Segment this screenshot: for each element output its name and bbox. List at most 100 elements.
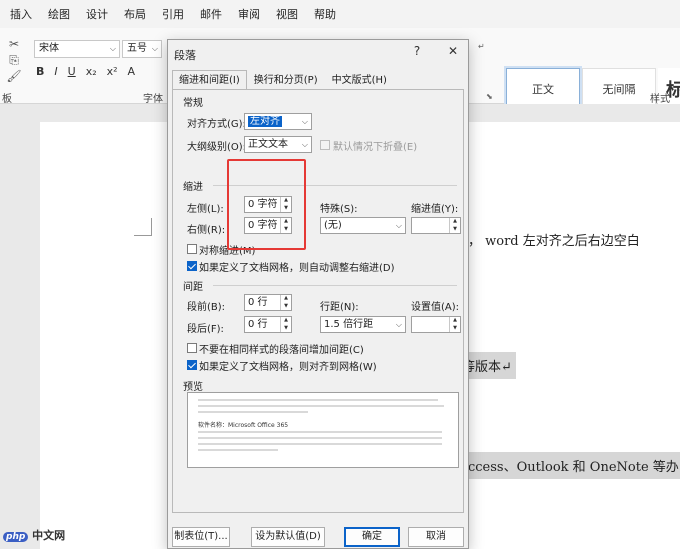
spacing-before-input[interactable]: 0 行 ▲ ▼ [244, 294, 292, 311]
help-button[interactable]: ? [408, 44, 426, 58]
margin-corner-mark [134, 218, 152, 236]
collapse-label: 默认情况下折叠(E) [333, 142, 418, 153]
spin-up-icon[interactable]: ▲ [281, 317, 291, 325]
spin-up-icon[interactable]: ▲ [450, 218, 460, 226]
font-color-button[interactable]: A [128, 65, 136, 78]
font-size-select[interactable]: 五号 ⌵ [122, 40, 162, 58]
font-format-buttons: B I U x₂ x² A [36, 65, 135, 78]
preview-line [198, 405, 444, 407]
preview-line [198, 437, 442, 439]
no-space-same-style-checkbox[interactable] [187, 343, 197, 353]
ok-button[interactable]: 确定 [344, 527, 400, 547]
sort-icon[interactable]: ↵ [478, 42, 485, 51]
line-spacing-select[interactable]: 1.5 倍行距 ⌵ [320, 316, 406, 333]
indent-by-spinner[interactable]: ▲ ▼ [449, 218, 460, 233]
chevron-down-icon: ⌵ [301, 117, 308, 126]
site-watermark: php 中文网 [3, 527, 65, 543]
spin-down-icon[interactable]: ▼ [450, 226, 460, 234]
document-line-1: ， word 左对齐之后右边空白 [468, 234, 640, 249]
outline-level-select[interactable]: 正文文本 ⌵ [244, 136, 312, 153]
menu-draw[interactable]: 绘图 [40, 6, 78, 22]
collapse-checkbox[interactable] [320, 140, 330, 150]
spin-down-icon[interactable]: ▼ [281, 303, 291, 311]
annotation-highlight-box [227, 159, 306, 250]
auto-adjust-indent-checkbox[interactable] [187, 261, 197, 271]
chevron-down-icon: ⌵ [395, 221, 402, 230]
paragraph-dialog: 段落 ? ✕ 缩进和间距(I) 换行和分页(P) 中文版式(H) 常规 对齐方式… [167, 39, 469, 549]
special-indent-select[interactable]: (无) ⌵ [320, 217, 406, 234]
menu-mailings[interactable]: 邮件 [192, 6, 230, 22]
paragraph-preview: 软件名称：Microsoft Office 365 [187, 392, 459, 468]
tab-indents-spacing[interactable]: 缩进和间距(I) [172, 70, 247, 90]
document-line-3: ccess、Outlook 和 OneNote 等办 [464, 452, 680, 479]
style-no-spacing-label: 无间隔 [602, 83, 636, 96]
line-spacing-value: 1.5 倍行距 [324, 319, 374, 330]
subscript-button[interactable]: x₂ [86, 65, 97, 78]
clipboard-group-label: 板 [2, 94, 12, 105]
italic-button[interactable]: I [54, 65, 57, 78]
spacing-after-label: 段后(F): [187, 324, 224, 335]
preview-line [198, 449, 278, 451]
preview-line [198, 443, 442, 445]
indent-by-label: 缩进值(Y): [411, 204, 459, 215]
preview-section-title: 预览 [183, 382, 203, 393]
close-button[interactable]: ✕ [444, 44, 462, 58]
indent-right-label: 右侧(R): [187, 225, 226, 236]
auto-adjust-indent-label: 如果定义了文档网格，则自动调整右缩进(D) [199, 263, 395, 274]
menu-view[interactable]: 视图 [268, 6, 306, 22]
menu-help[interactable]: 帮助 [306, 6, 344, 22]
tabs-button[interactable]: 制表位(T)... [172, 527, 230, 547]
preview-line [198, 431, 442, 433]
outline-level-label: 大纲级别(O): [187, 142, 247, 153]
cut-icon[interactable]: ✂ [6, 36, 22, 52]
underline-button[interactable]: U [68, 65, 76, 78]
spin-up-icon[interactable]: ▲ [281, 295, 291, 303]
menu-review[interactable]: 审阅 [230, 6, 268, 22]
font-name-value: 宋体 [39, 43, 59, 54]
special-indent-label: 特殊(S): [320, 204, 358, 215]
tab-asian-typography[interactable]: 中文版式(H) [325, 70, 394, 90]
spacing-at-input[interactable]: ▲ ▼ [411, 316, 461, 333]
bold-button[interactable]: B [36, 65, 44, 78]
spin-down-icon[interactable]: ▼ [281, 325, 291, 333]
format-painter-icon[interactable]: 🖌 [6, 68, 22, 84]
indent-by-input[interactable]: ▲ ▼ [411, 217, 461, 234]
php-logo: php [3, 532, 29, 542]
line-spacing-label: 行距(N): [320, 302, 359, 313]
tab-panel: 常规 对齐方式(G): 左对齐 ⌵ 大纲级别(O): 正文文本 ⌵ 默认情况下折… [172, 89, 464, 513]
snap-to-grid-label: 如果定义了文档网格，则对齐到网格(W) [199, 362, 377, 373]
copy-icon[interactable]: ⎘ [6, 52, 22, 68]
menu-references[interactable]: 引用 [154, 6, 192, 22]
watermark-text: 中文网 [32, 529, 66, 542]
set-default-button[interactable]: 设为默认值(D) [251, 527, 325, 547]
alignment-select[interactable]: 左对齐 ⌵ [244, 113, 312, 130]
alignment-label: 对齐方式(G): [187, 119, 246, 130]
spacing-divider [213, 285, 457, 286]
menu-bar: 插入 绘图 设计 布局 引用 邮件 审阅 视图 帮助 [0, 0, 680, 28]
spacing-after-spinner[interactable]: ▲ ▼ [280, 317, 291, 332]
snap-to-grid-checkbox[interactable] [187, 360, 197, 370]
dialog-tabs: 缩进和间距(I) 换行和分页(P) 中文版式(H) [172, 70, 394, 90]
spin-down-icon[interactable]: ▼ [450, 325, 460, 333]
outline-level-value: 正文文本 [248, 139, 288, 150]
spacing-before-spinner[interactable]: ▲ ▼ [280, 295, 291, 310]
menu-design[interactable]: 设计 [78, 6, 116, 22]
spin-up-icon[interactable]: ▲ [450, 317, 460, 325]
preview-sample-text: 软件名称：Microsoft Office 365 [198, 422, 289, 429]
superscript-button[interactable]: x² [107, 65, 118, 78]
font-name-select[interactable]: 宋体 ⌵ [34, 40, 120, 58]
chevron-down-icon: ⌵ [109, 44, 116, 53]
chevron-down-icon: ⌵ [301, 140, 308, 149]
style-normal-label: 正文 [532, 83, 554, 96]
cancel-button[interactable]: 取消 [408, 527, 464, 547]
tab-line-page-breaks[interactable]: 换行和分页(P) [247, 70, 325, 90]
spacing-after-input[interactable]: 0 行 ▲ ▼ [244, 316, 292, 333]
mirror-indents-checkbox[interactable] [187, 244, 197, 254]
chevron-down-icon: ⌵ [151, 44, 158, 53]
paragraph-launcher-icon[interactable]: ⬊ [486, 92, 493, 101]
menu-insert[interactable]: 插入 [2, 6, 40, 22]
menu-layout[interactable]: 布局 [116, 6, 154, 22]
spacing-at-spinner[interactable]: ▲ ▼ [449, 317, 460, 332]
chevron-down-icon: ⌵ [395, 320, 402, 329]
preview-line [198, 411, 308, 413]
